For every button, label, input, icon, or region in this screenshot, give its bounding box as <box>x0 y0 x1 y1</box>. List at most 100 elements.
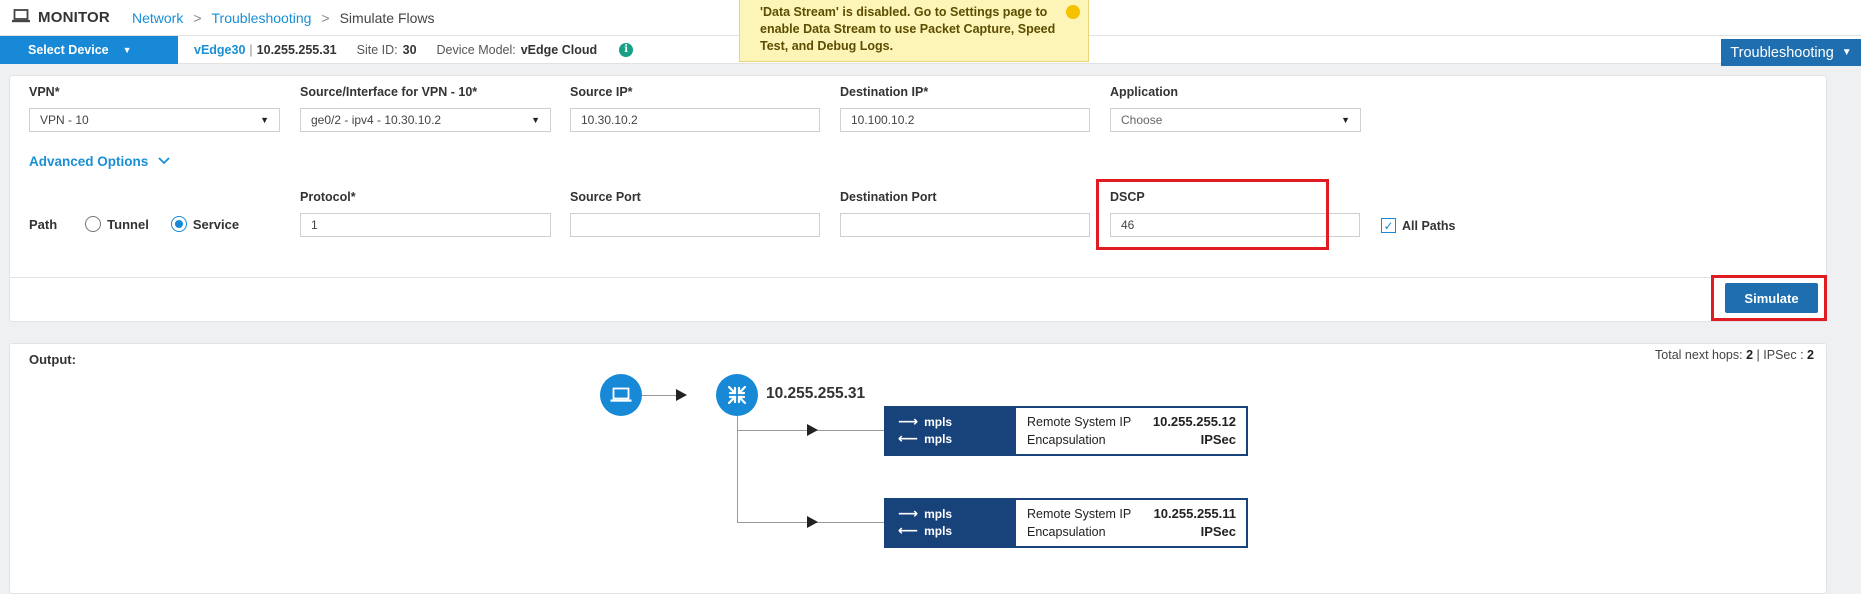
path-service-radio[interactable] <box>170 216 187 232</box>
breadcrumb-separator: > <box>321 9 330 26</box>
device-ip: 10.255.255.31 <box>256 42 337 57</box>
laptop-icon <box>12 9 30 26</box>
application-select[interactable]: Choose ▼ <box>1110 108 1361 132</box>
source-ip-label: Source IP* <box>570 85 633 99</box>
checkmark-icon: ✓ <box>1383 218 1394 233</box>
output-panel: Output: Total next hops: 2 | IPSec : 2 1… <box>9 343 1827 594</box>
breadcrumb-simulate-flows: Simulate Flows <box>339 9 435 26</box>
source-interface-label: Source/Interface for VPN - 10* <box>300 85 478 99</box>
outbound-color: mpls <box>924 507 953 521</box>
arrow-left-icon: ⟵ <box>898 523 919 539</box>
device-name: vEdge30 <box>194 42 246 57</box>
application-label: Application <box>1110 85 1179 99</box>
remote-system-ip-label: Remote System IP <box>1027 507 1132 521</box>
router-icon <box>727 385 747 405</box>
destination-port-input[interactable] <box>840 213 1090 237</box>
path-result-card[interactable]: ⟶ mpls ⟵ mpls Remote System IP 10.255.255.… <box>884 498 1248 548</box>
destination-ip-label: Destination IP* <box>840 85 929 99</box>
page-section-title: MONITOR <box>38 9 110 26</box>
device-model-value: vEdge Cloud <box>520 42 598 57</box>
vpn-select-value: VPN - 10 <box>40 113 89 127</box>
protocol-input[interactable]: 1 <box>300 213 551 237</box>
arrow-right-icon <box>676 389 687 401</box>
device-separator: | <box>249 42 253 57</box>
select-device-label: Select Device <box>28 42 109 57</box>
ipsec-value: 2 <box>1807 348 1814 362</box>
encapsulation-value: IPSec <box>1200 524 1236 539</box>
select-device-button[interactable]: Select Device ▼ <box>0 35 178 64</box>
remote-system-ip-value: 10.255.255.11 <box>1153 506 1236 521</box>
application-select-value: Choose <box>1121 113 1163 127</box>
path-tunnel-radio[interactable] <box>85 216 102 232</box>
inbound-color: mpls <box>924 432 953 446</box>
destination-port-label: Destination Port <box>840 190 937 204</box>
caret-down-icon: ▼ <box>531 115 540 125</box>
destination-ip-value: 10.100.10.2 <box>851 113 915 127</box>
arrow-right-icon <box>807 424 818 436</box>
caret-down-icon: ▼ <box>1341 115 1350 125</box>
remote-system-ip-label: Remote System IP <box>1027 415 1132 429</box>
encapsulation-label: Encapsulation <box>1027 433 1106 447</box>
arrow-right-icon: ⟶ <box>898 414 919 430</box>
vpn-label: VPN* <box>29 85 60 99</box>
caret-down-icon: ▼ <box>1841 47 1852 58</box>
router-node[interactable] <box>716 374 758 416</box>
all-paths-label[interactable]: All Paths <box>1402 219 1456 233</box>
site-id-value: 30 <box>402 42 417 57</box>
arrow-right-icon: ⟶ <box>898 506 919 522</box>
device-model-label: Device Model: <box>436 42 516 57</box>
path-details: Remote System IP 10.255.255.12 Encapsula… <box>1016 408 1246 454</box>
breadcrumb-network[interactable]: Network <box>132 10 183 26</box>
dscp-highlight-box <box>1096 179 1329 250</box>
laptop-icon <box>610 387 632 402</box>
encapsulation-label: Encapsulation <box>1027 525 1106 539</box>
connector-line <box>737 416 738 523</box>
breadcrumb-separator: > <box>193 9 202 26</box>
form-divider <box>10 277 1826 278</box>
path-result-card[interactable]: ⟶ mpls ⟵ mpls Remote System IP 10.255.255.… <box>884 406 1248 456</box>
source-host-node <box>600 374 642 416</box>
source-interface-select[interactable]: ge0/2 - ipv4 - 10.30.10.2 ▼ <box>300 108 551 132</box>
source-port-input[interactable] <box>570 213 820 237</box>
destination-ip-input[interactable]: 10.100.10.2 <box>840 108 1090 132</box>
output-label: Output: <box>29 352 76 367</box>
data-stream-notice: 'Data Stream' is disabled. Go to Setting… <box>739 0 1089 62</box>
chevron-down-icon <box>158 156 170 168</box>
notice-text: 'Data Stream' is disabled. Go to Setting… <box>760 5 1056 53</box>
simulate-flows-form: VPN* Source/Interface for VPN - 10* Sour… <box>9 75 1827 322</box>
outbound-color: mpls <box>924 415 953 429</box>
site-id-label: Site ID: <box>356 42 398 57</box>
path-service-label[interactable]: Service <box>193 217 239 232</box>
caret-down-icon: ▼ <box>260 115 269 125</box>
source-interface-value: ge0/2 - ipv4 - 10.30.10.2 <box>311 113 442 127</box>
source-port-label: Source Port <box>570 190 641 204</box>
arrow-right-icon <box>807 516 818 528</box>
total-next-hops-label: Total next hops: <box>1655 348 1743 362</box>
info-icon[interactable]: i <box>619 42 634 57</box>
source-ip-input[interactable]: 10.30.10.2 <box>570 108 820 132</box>
inbound-color: mpls <box>924 524 953 538</box>
encapsulation-value: IPSec <box>1200 432 1236 447</box>
total-next-hops-value: 2 <box>1746 348 1754 362</box>
next-hops-summary: Total next hops: 2 | IPSec : 2 <box>1655 348 1814 362</box>
vpn-select[interactable]: VPN - 10 ▼ <box>29 108 280 132</box>
troubleshooting-label: Troubleshooting <box>1730 44 1834 61</box>
monitor-section: MONITOR <box>12 9 110 26</box>
breadcrumb-troubleshooting[interactable]: Troubleshooting <box>212 10 312 26</box>
path-radio-group: Path Tunnel Service <box>29 216 261 232</box>
ipsec-label: IPSec : <box>1763 348 1804 362</box>
simulate-highlight-box <box>1711 275 1827 321</box>
notice-status-dot-icon <box>1066 5 1080 19</box>
path-label: Path <box>29 216 58 232</box>
protocol-value: 1 <box>311 218 318 232</box>
path-colors: ⟶ mpls ⟵ mpls <box>886 408 1016 454</box>
source-ip-value: 10.30.10.2 <box>581 113 638 127</box>
all-paths-checkbox[interactable]: ✓ <box>1381 218 1396 233</box>
troubleshooting-dropdown-button[interactable]: Troubleshooting ▼ <box>1721 39 1861 66</box>
caret-down-icon: ▼ <box>122 44 132 55</box>
advanced-options-label: Advanced Options <box>29 154 149 169</box>
path-tunnel-label[interactable]: Tunnel <box>107 217 149 232</box>
path-colors: ⟶ mpls ⟵ mpls <box>886 500 1016 546</box>
breadcrumb: Network > Troubleshooting > Simulate Flo… <box>132 10 435 26</box>
advanced-options-toggle[interactable]: Advanced Options <box>29 154 170 169</box>
